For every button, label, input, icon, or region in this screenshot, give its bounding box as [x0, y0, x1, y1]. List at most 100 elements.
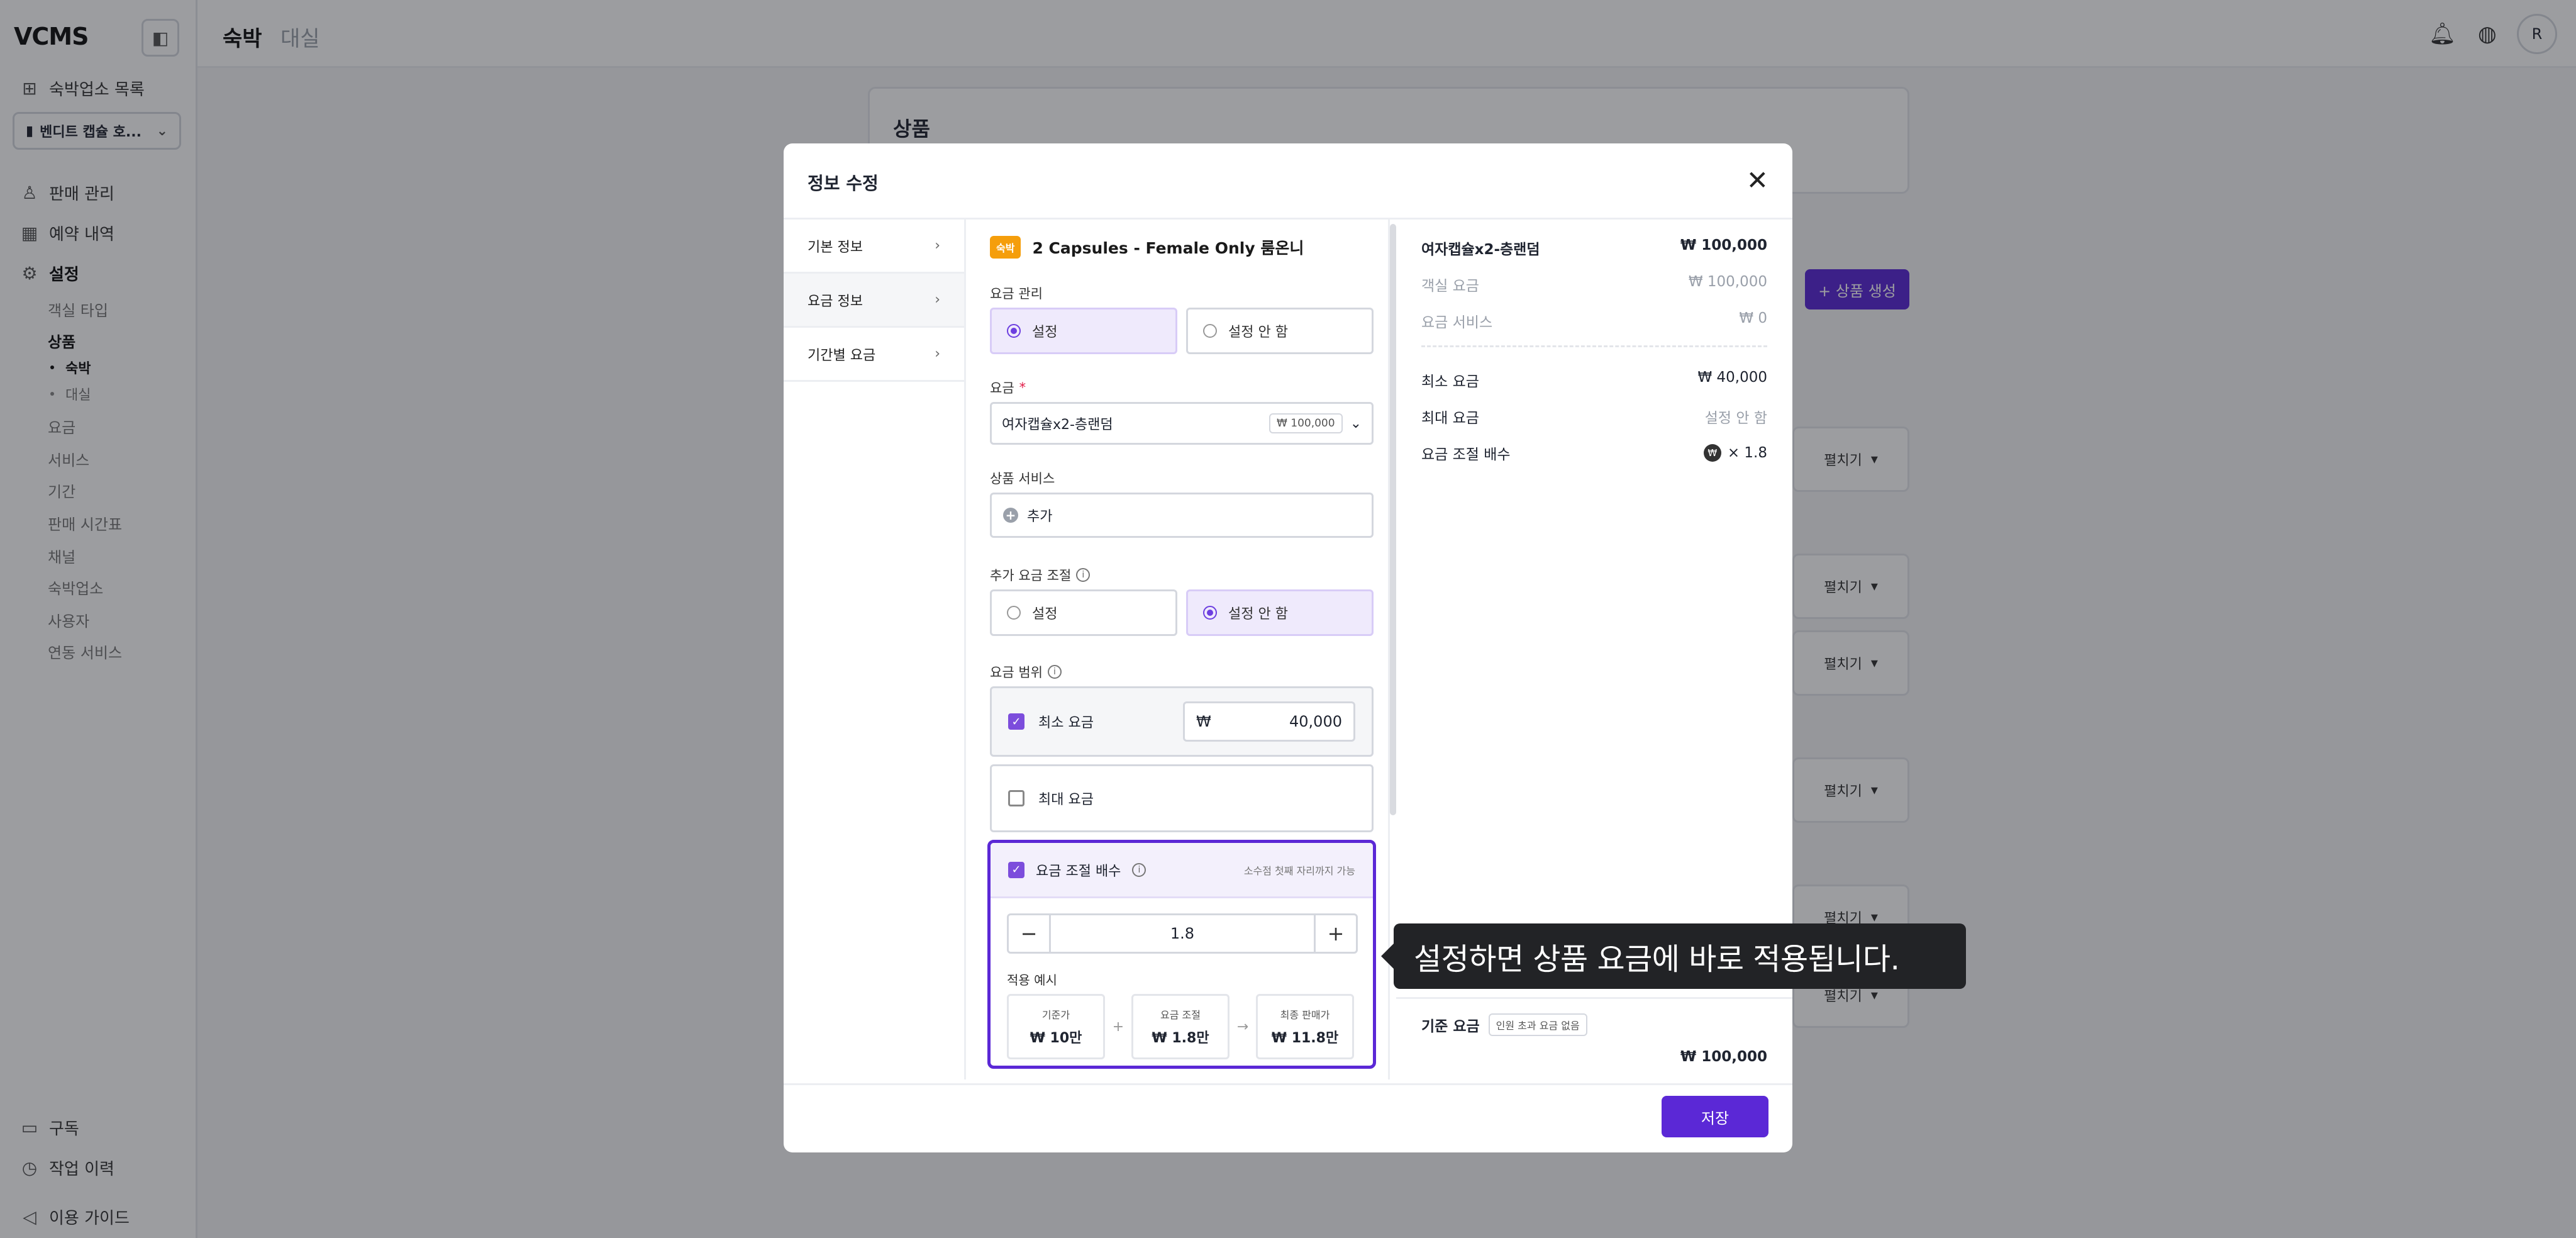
nav-basic-info[interactable]: 기본 정보 ›	[784, 220, 964, 274]
summary-name: 여자캡슐x2-층랜덤	[1421, 242, 1540, 258]
close-icon[interactable]: ✕	[1746, 165, 1768, 196]
summary-label: 객실 요금	[1421, 278, 1479, 294]
info-icon[interactable]: i	[1076, 568, 1091, 582]
example-label: 적용 예시	[1007, 973, 1057, 988]
rate-range-label: 요금 범위 i	[990, 662, 1062, 681]
nav-label: 요금 정보	[808, 293, 863, 310]
summary-label: 요금 서비스	[1421, 315, 1493, 331]
base-tag: 인원 초과 요금 없음	[1488, 1013, 1587, 1036]
nav-rate-info[interactable]: 요금 정보 ›	[784, 274, 964, 328]
arrow-right-icon: →	[1236, 1018, 1249, 1035]
plus-icon: +	[1112, 1018, 1124, 1035]
info-icon[interactable]: i	[1132, 862, 1146, 877]
nav-label: 기간별 요금	[808, 347, 876, 364]
info-icon[interactable]: i	[1047, 665, 1062, 679]
summary-value: ₩ 40,000	[1697, 369, 1767, 386]
divider	[1396, 997, 1792, 999]
rate-select-value: 여자캡슐x2-층랜덤	[1002, 417, 1113, 433]
plus-circle-icon: +	[1003, 508, 1018, 523]
summary-label: 최대 요금	[1421, 410, 1479, 427]
increment-button[interactable]: +	[1316, 915, 1356, 952]
example-adjust-value: ₩ 1.8만	[1152, 1030, 1209, 1046]
min-rate-input[interactable]: ₩40,000	[1183, 701, 1355, 742]
radio-off	[1007, 606, 1021, 620]
summary-label: 기준 요금	[1421, 1018, 1480, 1035]
chevron-down-icon: ⌄	[1350, 415, 1362, 432]
dashed-divider	[1421, 345, 1767, 347]
add-label: 추가	[1027, 509, 1053, 525]
modal-nav: 기본 정보 › 요금 정보 › 기간별 요금 ›	[784, 220, 966, 1079]
edit-info-modal: 정보 수정 ✕ 기본 정보 › 요금 정보 › 기간별 요금 › 숙박 2 Capsu…	[784, 143, 1792, 1152]
multiplier-input[interactable]: 1.8	[1049, 915, 1316, 952]
label-text: 추가 요금 조절	[990, 568, 1072, 583]
summary-label: 요금 조절 배수	[1421, 447, 1511, 463]
extra-adjust-off-radio[interactable]: 설정 안 함	[1186, 589, 1374, 636]
example-final-value: ₩ 11.8만	[1271, 1030, 1339, 1046]
multiplier-label: 요금 조절 배수	[1036, 863, 1121, 879]
tooltip: 설정하면 상품 요금에 바로 적용됩니다.	[1381, 923, 1966, 989]
chevron-right-icon: ›	[935, 346, 940, 362]
form-scrollbar[interactable]	[1390, 224, 1396, 815]
nav-label: 기본 정보	[808, 239, 863, 255]
example-base: 기준가 ₩ 10만	[1007, 994, 1105, 1059]
example-final: 최종 판매가 ₩ 11.8만	[1256, 994, 1354, 1059]
summary-base-value: ₩ 100,000	[1680, 1049, 1767, 1065]
summary-value: ₩ 100,000	[1688, 274, 1767, 290]
max-rate-label: 최대 요금	[1038, 792, 1094, 808]
extra-adjust-label: 추가 요금 조절 i	[990, 566, 1091, 584]
multiplier-checkbox[interactable]: ✓	[1008, 861, 1024, 878]
min-rate-value: 40,000	[1289, 713, 1342, 730]
rate-mgmt-off-radio[interactable]: 설정 안 함	[1186, 308, 1374, 354]
modal-title: 정보 수정	[808, 173, 879, 194]
add-service-button[interactable]: + 추가	[990, 493, 1374, 538]
summary-value: × 1.8	[1727, 445, 1767, 461]
radio-label: 설정	[1032, 606, 1058, 622]
max-rate-checkbox[interactable]	[1008, 790, 1024, 806]
rate-multiplier-card: ✓ 요금 조절 배수 i 소수점 첫째 자리까지 가능 − 1.8 + 적용 예…	[987, 840, 1376, 1069]
example-base-label: 기준가	[1041, 1009, 1070, 1021]
min-rate-row: ✓ 최소 요금 ₩40,000	[990, 686, 1374, 757]
currency-symbol: ₩	[1196, 713, 1211, 730]
chevron-right-icon: ›	[935, 292, 940, 308]
multiplier-hint: 소수점 첫째 자리까지 가능	[1243, 864, 1355, 877]
rate-price-chip: ₩ 100,000	[1269, 413, 1343, 433]
rate-select[interactable]: 여자캡슐x2-층랜덤 ₩ 100,000 ⌄	[990, 402, 1374, 445]
example-base-value: ₩ 10만	[1030, 1030, 1082, 1046]
divider	[784, 1083, 1792, 1085]
save-button[interactable]: 저장	[1662, 1096, 1768, 1137]
won-icon: ₩	[1703, 444, 1721, 462]
example-row: 기준가 ₩ 10만 + 요금 조절 ₩ 1.8만 → 최종 판매가 ₩ 11.8만	[1007, 994, 1354, 1059]
label-text: 상품 서비스	[990, 471, 1055, 486]
label-text: 요금 범위	[990, 665, 1043, 680]
required-mark: *	[1019, 380, 1026, 395]
stay-badge: 숙박	[990, 236, 1021, 259]
radio-label: 설정	[1032, 325, 1058, 340]
summary-room-rate-row: 객실 요금 ₩ 100,000	[1421, 274, 1767, 295]
summary-value: 설정 안 함	[1704, 410, 1767, 427]
summary-mult-row: 요금 조절 배수 ₩ × 1.8	[1421, 442, 1767, 464]
radio-label: 설정 안 함	[1228, 325, 1288, 340]
nav-period-rate[interactable]: 기간별 요금 ›	[784, 328, 964, 382]
summary-mult-value: ₩ × 1.8	[1703, 442, 1767, 464]
example-adjust: 요금 조절 ₩ 1.8만	[1131, 994, 1230, 1059]
extra-adjust-on-radio[interactable]: 설정	[990, 589, 1177, 636]
summary-min-row: 최소 요금 ₩ 40,000	[1421, 369, 1767, 391]
summary-name-row: 여자캡슐x2-층랜덤 ₩ 100,000	[1421, 237, 1767, 259]
min-rate-checkbox[interactable]: ✓	[1008, 713, 1024, 730]
label-text: 요금 관리	[990, 286, 1043, 301]
rate-mgmt-label: 요금 관리	[990, 284, 1043, 303]
max-rate-row: 최대 요금	[990, 764, 1374, 832]
radio-label: 설정 안 함	[1228, 606, 1288, 622]
product-title: 2 Capsules - Female Only 룸온니	[1032, 239, 1304, 257]
product-service-label: 상품 서비스	[990, 469, 1055, 488]
radio-off	[1203, 324, 1217, 338]
rate-form: 숙박 2 Capsules - Female Only 룸온니 요금 관리 설정…	[966, 220, 1390, 1079]
rate-mgmt-on-radio[interactable]: 설정	[990, 308, 1177, 354]
summary-base-value-row: ₩ 100,000	[1421, 1049, 1767, 1065]
product-heading: 숙박 2 Capsules - Female Only 룸온니	[990, 236, 1304, 259]
label-text: 요금	[990, 381, 1014, 396]
multiplier-stepper: − 1.8 +	[1007, 913, 1358, 954]
decrement-button[interactable]: −	[1009, 915, 1049, 952]
summary-max-row: 최대 요금 설정 안 함	[1421, 406, 1767, 427]
summary-label: 최소 요금	[1421, 374, 1479, 390]
